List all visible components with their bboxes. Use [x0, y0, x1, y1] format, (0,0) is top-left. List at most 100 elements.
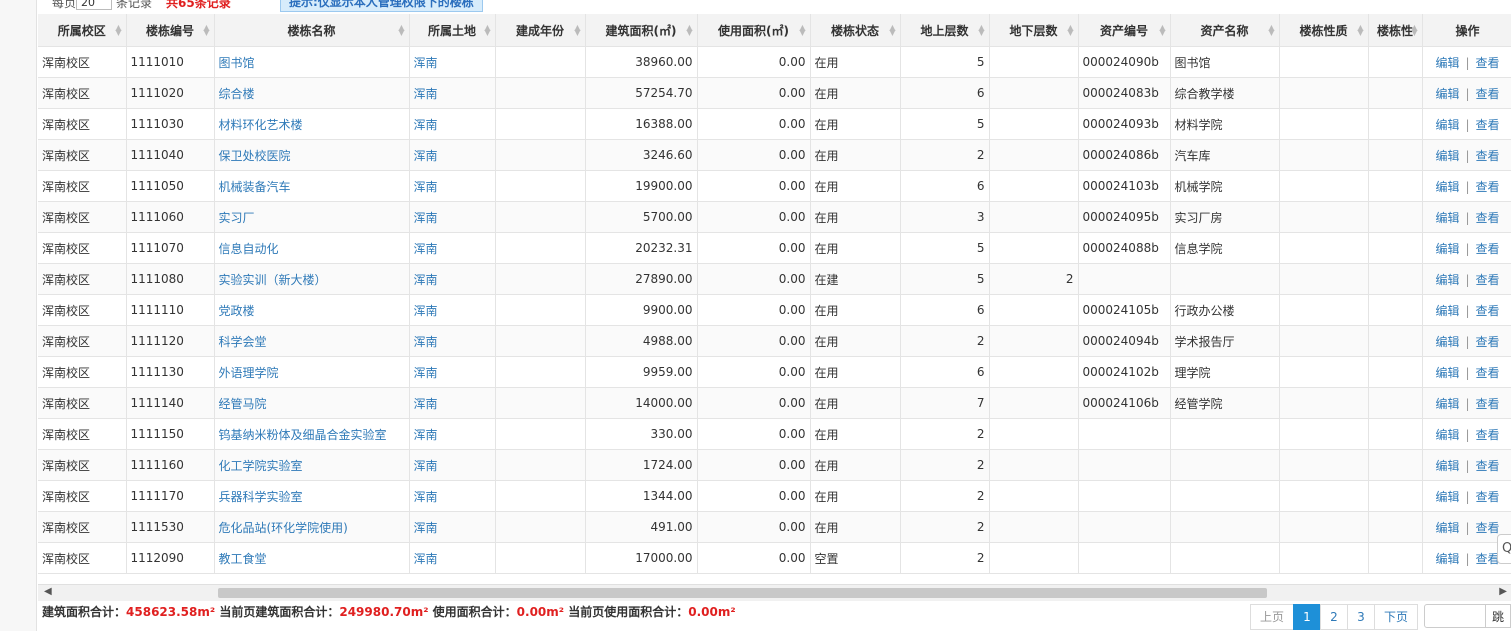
edit-link[interactable]: 编辑 [1435, 490, 1459, 504]
table-cell-link[interactable]: 信息自动化 [214, 232, 410, 264]
sort-icon[interactable]: ▲ ▼ [574, 24, 580, 37]
column-header[interactable]: 建成年份 ▲ ▼ [495, 14, 586, 47]
view-link[interactable]: 查看 [1476, 521, 1500, 535]
table-cell-link[interactable]: 综合楼 [214, 77, 410, 109]
view-link[interactable]: 查看 [1476, 273, 1500, 287]
edit-link[interactable]: 编辑 [1435, 242, 1459, 256]
view-link[interactable]: 查看 [1476, 242, 1500, 256]
page-3-button[interactable]: 3 [1347, 604, 1375, 630]
table-cell-link[interactable]: 浑南 [409, 294, 496, 326]
sort-icon[interactable]: ▲ ▼ [1067, 24, 1073, 37]
column-header[interactable]: 资产编号 ▲ ▼ [1078, 14, 1171, 47]
table-cell-link[interactable]: 实习厂 [214, 201, 410, 233]
view-link[interactable]: 查看 [1476, 428, 1500, 442]
table-cell-link[interactable]: 图书馆 [214, 46, 410, 78]
sort-icon[interactable]: ▲ ▼ [1357, 24, 1363, 37]
view-link[interactable]: 查看 [1476, 397, 1500, 411]
sort-icon[interactable]: ▲ ▼ [889, 24, 895, 37]
column-header[interactable]: 地下层数 ▲ ▼ [989, 14, 1079, 47]
view-link[interactable]: 查看 [1476, 490, 1500, 504]
table-cell-link[interactable]: 浑南 [409, 46, 496, 78]
sort-icon[interactable]: ▲ ▼ [1268, 24, 1274, 37]
edit-link[interactable]: 编辑 [1435, 180, 1459, 194]
edit-link[interactable]: 编辑 [1435, 118, 1459, 132]
edit-link[interactable]: 编辑 [1435, 335, 1459, 349]
view-link[interactable]: 查看 [1476, 118, 1500, 132]
table-cell-link[interactable]: 浑南 [409, 108, 496, 140]
arrow-left-icon[interactable]: ◀ [44, 586, 52, 597]
table-cell-link[interactable]: 外语理学院 [214, 356, 410, 388]
sort-icon[interactable]: ▲ ▼ [978, 24, 984, 37]
page-2-button[interactable]: 2 [1320, 604, 1348, 630]
table-cell-link[interactable]: 浑南 [409, 449, 496, 481]
view-link[interactable]: 查看 [1476, 304, 1500, 318]
edit-link[interactable]: 编辑 [1435, 459, 1459, 473]
sort-icon[interactable]: ▲ ▼ [484, 24, 490, 37]
table-cell-link[interactable]: 科学会堂 [214, 325, 410, 357]
search-icon[interactable]: Q [1497, 534, 1511, 564]
table-cell-link[interactable]: 浑南 [409, 77, 496, 109]
view-link[interactable]: 查看 [1476, 211, 1500, 225]
arrow-right-icon[interactable]: ▶ [1499, 586, 1507, 597]
edit-link[interactable]: 编辑 [1435, 397, 1459, 411]
column-header[interactable]: 资产名称 ▲ ▼ [1170, 14, 1280, 47]
column-header[interactable]: 地上层数 ▲ ▼ [900, 14, 990, 47]
table-cell-link[interactable]: 教工食堂 [214, 542, 410, 574]
column-header[interactable]: 使用面积(㎡) ▲ ▼ [697, 14, 811, 47]
sort-icon[interactable]: ▲ ▼ [1411, 24, 1417, 37]
prev-page-button[interactable]: 上页 [1250, 604, 1294, 630]
edit-link[interactable]: 编辑 [1435, 56, 1459, 70]
table-cell-link[interactable]: 浑南 [409, 263, 496, 295]
view-link[interactable]: 查看 [1476, 552, 1500, 566]
table-cell-link[interactable]: 浑南 [409, 325, 496, 357]
table-cell-link[interactable]: 浑南 [409, 356, 496, 388]
edit-link[interactable]: 编辑 [1435, 428, 1459, 442]
column-header[interactable]: 楼栋名称 ▲ ▼ [214, 14, 410, 47]
column-header[interactable]: 建筑面积(㎡) ▲ ▼ [585, 14, 698, 47]
table-cell-link[interactable]: 保卫处校医院 [214, 139, 410, 171]
edit-link[interactable]: 编辑 [1435, 552, 1459, 566]
table-cell-link[interactable]: 材料环化艺术楼 [214, 108, 410, 140]
column-header[interactable]: 楼栋性质 ▲ ▼ [1279, 14, 1369, 47]
table-cell-link[interactable]: 浑南 [409, 170, 496, 202]
sort-icon[interactable]: ▲ ▼ [203, 24, 209, 37]
sort-icon[interactable]: ▲ ▼ [1159, 24, 1165, 37]
view-link[interactable]: 查看 [1476, 180, 1500, 194]
view-link[interactable]: 查看 [1476, 459, 1500, 473]
table-cell-link[interactable]: 兵器科学实验室 [214, 480, 410, 512]
column-header[interactable]: 楼栋编号 ▲ ▼ [126, 14, 215, 47]
sort-icon[interactable]: ▲ ▼ [686, 24, 692, 37]
table-cell-link[interactable]: 化工学院实验室 [214, 449, 410, 481]
table-cell-link[interactable]: 浑南 [409, 480, 496, 512]
table-cell-link[interactable]: 浑南 [409, 387, 496, 419]
page-1-button[interactable]: 1 [1293, 604, 1321, 630]
view-link[interactable]: 查看 [1476, 87, 1500, 101]
table-cell-link[interactable]: 浑南 [409, 511, 496, 543]
edit-link[interactable]: 编辑 [1435, 521, 1459, 535]
sort-icon[interactable]: ▲ ▼ [115, 24, 121, 37]
column-header[interactable]: 所属校区 ▲ ▼ [38, 14, 127, 47]
table-cell-link[interactable]: 浑南 [409, 418, 496, 450]
edit-link[interactable]: 编辑 [1435, 304, 1459, 318]
table-cell-link[interactable]: 经管马院 [214, 387, 410, 419]
scrollbar-thumb[interactable] [218, 588, 1267, 598]
edit-link[interactable]: 编辑 [1435, 149, 1459, 163]
table-cell-link[interactable]: 危化品站(环化学院使用) [214, 511, 410, 543]
column-header[interactable]: 楼栋状态 ▲ ▼ [810, 14, 901, 47]
sort-icon[interactable]: ▲ ▼ [799, 24, 805, 37]
jump-button[interactable]: 跳转 [1486, 604, 1511, 628]
horizontal-scrollbar[interactable]: ◀ ▶ [38, 584, 1511, 601]
table-cell-link[interactable]: 机械装备汽车 [214, 170, 410, 202]
table-cell-link[interactable]: 党政楼 [214, 294, 410, 326]
view-link[interactable]: 查看 [1476, 366, 1500, 380]
column-header[interactable]: 操作 [1422, 14, 1511, 47]
table-cell-link[interactable]: 浑南 [409, 542, 496, 574]
table-cell-link[interactable]: 浑南 [409, 201, 496, 233]
jump-page-input[interactable] [1424, 604, 1486, 628]
edit-link[interactable]: 编辑 [1435, 87, 1459, 101]
view-link[interactable]: 查看 [1476, 335, 1500, 349]
edit-link[interactable]: 编辑 [1435, 366, 1459, 380]
table-cell-link[interactable]: 浑南 [409, 139, 496, 171]
edit-link[interactable]: 编辑 [1435, 273, 1459, 287]
view-link[interactable]: 查看 [1476, 56, 1500, 70]
